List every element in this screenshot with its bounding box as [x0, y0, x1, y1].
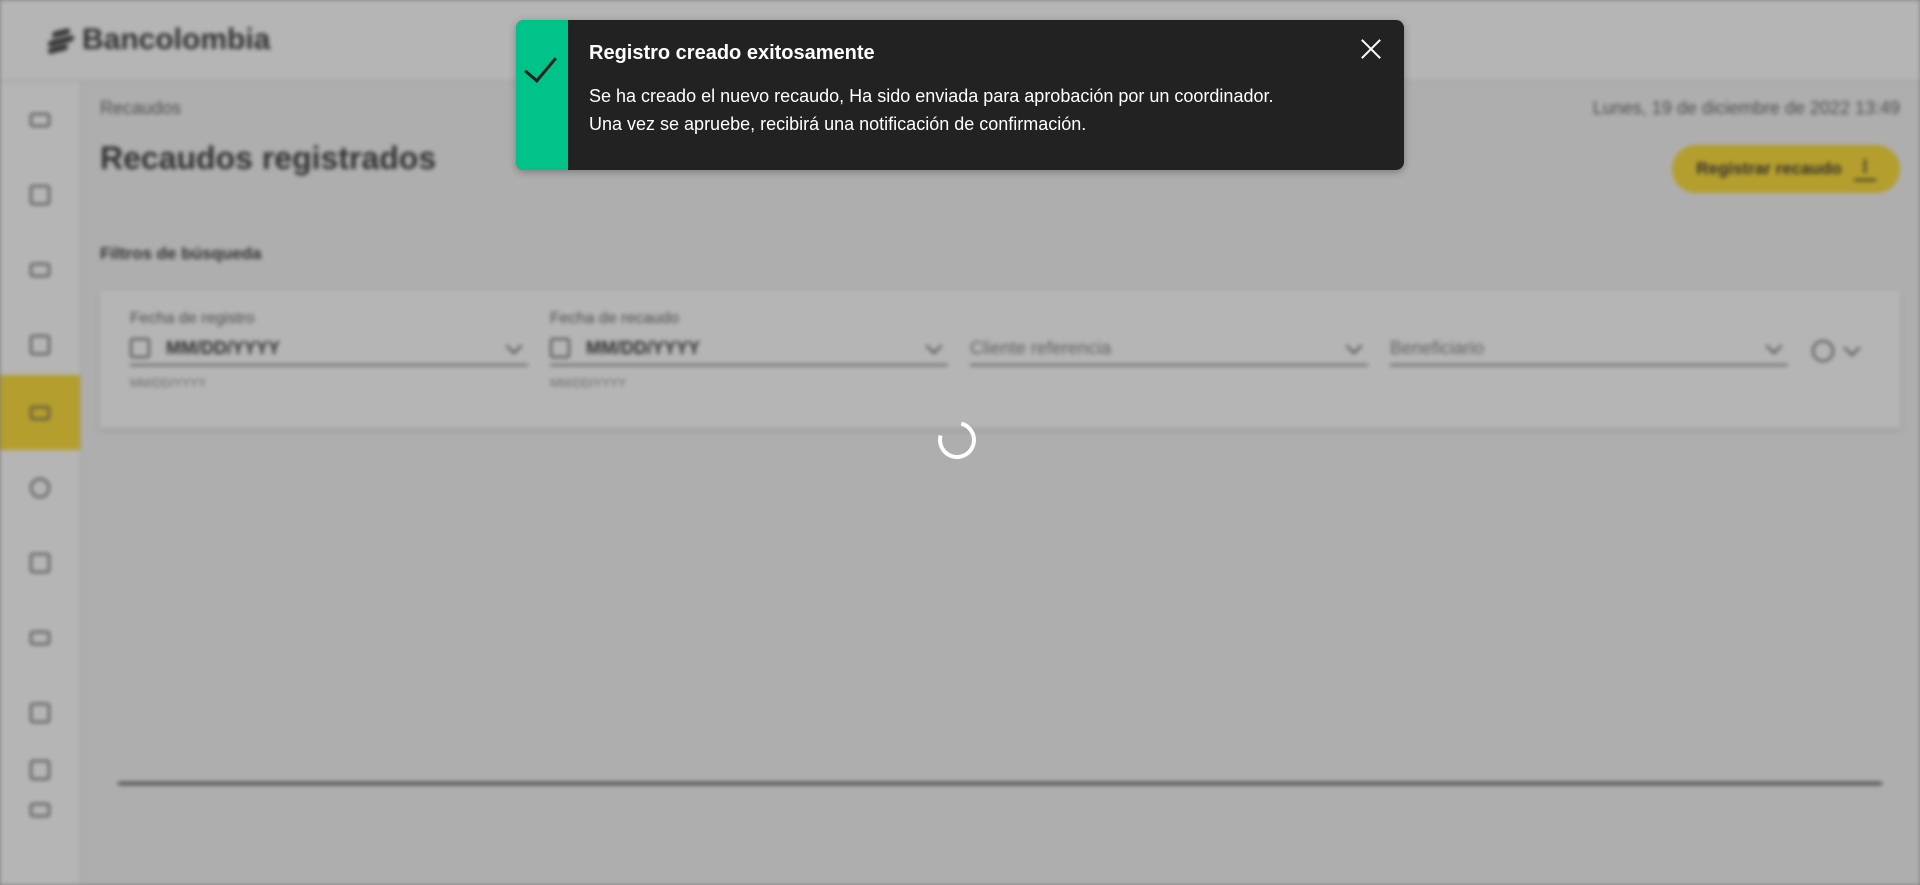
- success-toast: Registro creado exitosamente Se ha cread…: [516, 20, 1404, 170]
- toast-accent-strip: [516, 20, 568, 170]
- toast-message-line-1: Se ha creado el nuevo recaudo, Ha sido e…: [589, 86, 1274, 106]
- check-icon: [524, 48, 557, 83]
- close-icon[interactable]: [1356, 34, 1386, 64]
- toast-title: Registro creado exitosamente: [589, 42, 875, 64]
- toast-message: Se ha creado el nuevo recaudo, Ha sido e…: [589, 82, 1273, 138]
- toast-message-line-2: Una vez se apruebe, recibirá una notific…: [589, 114, 1087, 134]
